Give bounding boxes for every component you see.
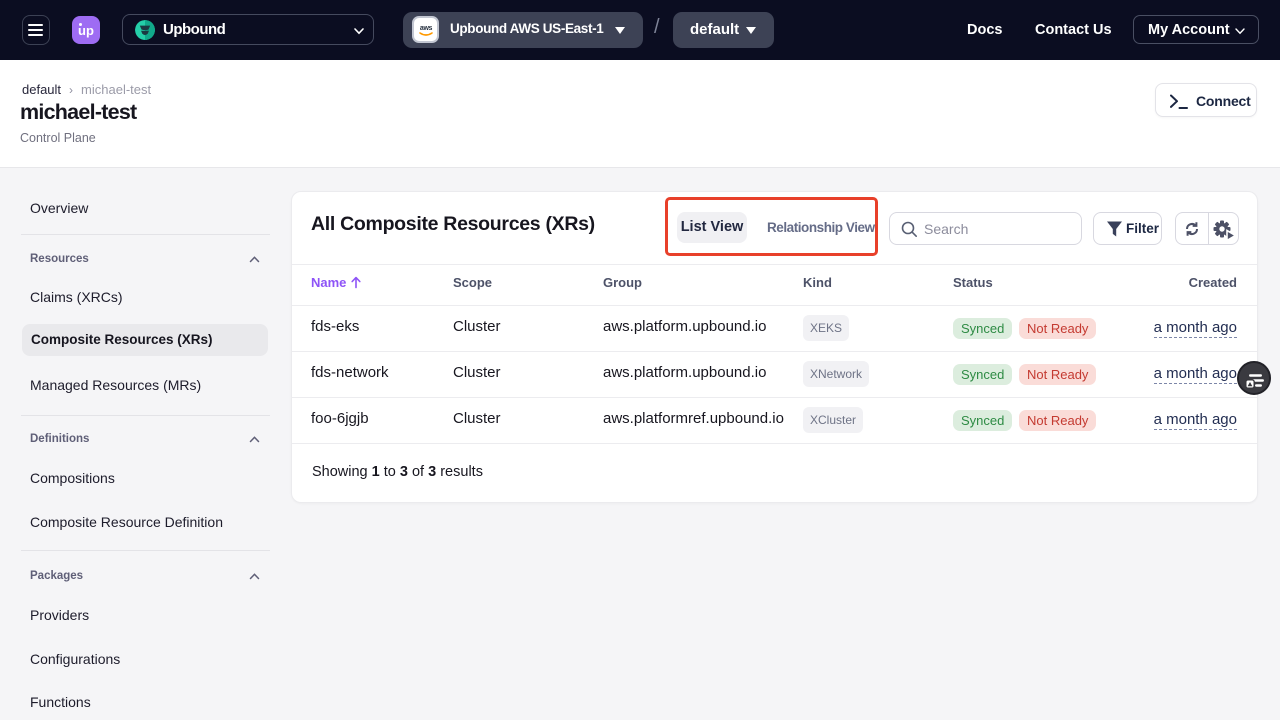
svg-text:aws: aws bbox=[420, 25, 433, 32]
